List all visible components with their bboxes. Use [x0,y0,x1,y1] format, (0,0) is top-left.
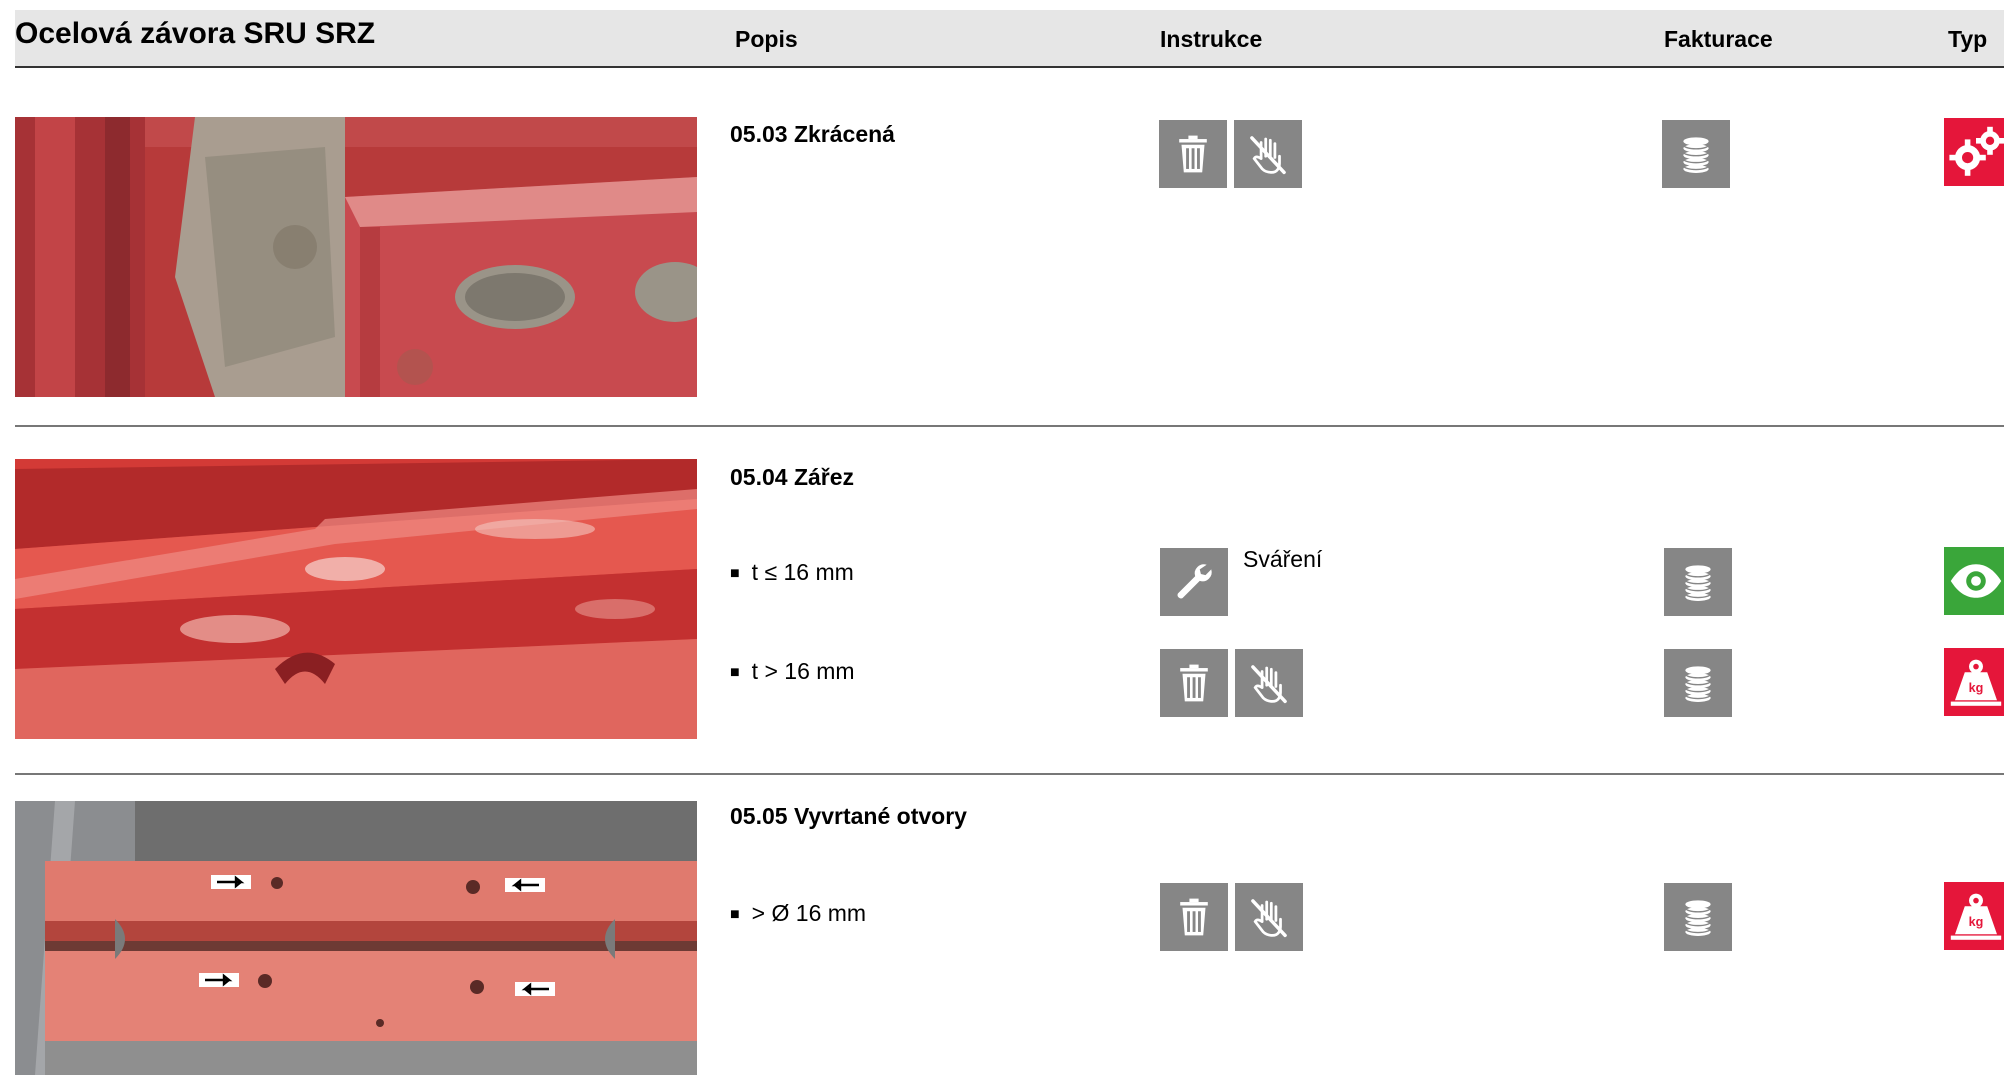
bullet: ■ [730,906,740,923]
no-hand-icon [1235,883,1303,951]
condition-label: ■ > Ø 16 mm [730,900,866,927]
photo-drilled-holes-beam [15,801,697,1075]
wrench-icon [1160,548,1228,616]
gears-icon [1944,118,2004,186]
no-hand-icon [1235,649,1303,717]
section-title: 05.04 Zářez [730,464,855,490]
column-header-typ: Typ [1948,26,1988,52]
bullet: ■ [730,565,740,582]
eye-icon [1944,547,2004,615]
instruction-label: Sváření [1243,546,1323,572]
coins-icon [1664,883,1732,951]
svg-text:kg: kg [1969,915,1984,929]
condition-text: > Ø 16 mm [751,900,867,926]
condition-text: t ≤ 16 mm [751,559,854,585]
coins-icon [1662,120,1730,188]
column-header-instrukce: Instrukce [1160,26,1263,52]
photo-shortened-beam [15,117,697,397]
page-title: Ocelová závora SRU SRZ [15,17,376,50]
column-header-fakturace: Fakturace [1664,26,1773,52]
weight-icon: kg [1944,648,2004,716]
trash-icon [1160,649,1228,717]
condition-label: ■ t ≤ 16 mm [730,559,854,586]
condition-label: ■ t > 16 mm [730,658,855,685]
section-title: 05.05 Vyvrtané otvory [730,803,967,829]
column-header-popis: Popis [735,26,798,52]
trash-icon [1160,883,1228,951]
coins-icon [1664,649,1732,717]
section-title: 05.03 Zkrácená [730,121,895,147]
coins-icon [1664,548,1732,616]
photo-notched-beam [15,459,697,739]
svg-text:kg: kg [1969,681,1984,695]
weight-icon: kg [1944,882,2004,950]
condition-text: t > 16 mm [751,658,855,684]
bullet: ■ [730,664,740,681]
section-divider [15,425,2004,427]
no-hand-icon [1234,120,1302,188]
trash-icon [1159,120,1227,188]
section-divider [15,773,2004,775]
